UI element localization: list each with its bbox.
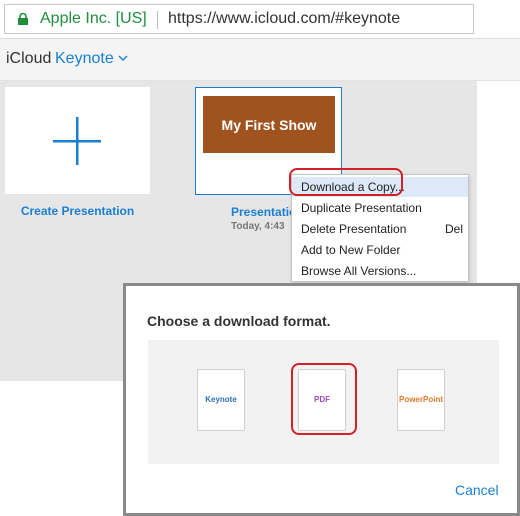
dialog-title: Choose a download format.	[147, 313, 331, 329]
menu-item-label: Duplicate Presentation	[301, 201, 422, 215]
chevron-down-icon[interactable]	[118, 54, 128, 62]
app-switcher[interactable]: Keynote	[55, 50, 114, 68]
menu-item-shortcut: Del	[444, 222, 463, 236]
annotation-highlight-ring-pdf	[291, 363, 357, 435]
lock-icon	[18, 13, 28, 25]
annotation-highlight-ring	[289, 168, 403, 196]
cancel-button[interactable]: Cancel	[455, 482, 499, 498]
menu-item-duplicate[interactable]: Duplicate Presentation	[292, 198, 468, 218]
menu-item-browse-versions[interactable]: Browse All Versions...	[292, 261, 468, 281]
plus-icon	[53, 117, 101, 165]
create-presentation-label[interactable]: Create Presentation	[0, 204, 155, 218]
app-header: iCloud Keynote	[0, 39, 520, 81]
url-text[interactable]: https://www.icloud.com/#keynote	[168, 10, 400, 28]
presentation-name[interactable]: Presentatio	[231, 205, 296, 219]
menu-item-label: Add to New Folder	[301, 243, 401, 257]
address-bar[interactable]: Apple Inc. [US] https://www.icloud.com/#…	[4, 4, 474, 34]
format-keynote-option[interactable]: Keynote	[197, 369, 245, 431]
browser-toolbar: Apple Inc. [US] https://www.icloud.com/#…	[0, 0, 520, 39]
menu-item-label: Browse All Versions...	[301, 264, 417, 278]
presentation-thumbnail: My First Show	[203, 96, 335, 153]
menu-item-label: Delete Presentation	[301, 222, 407, 236]
icloud-brand: iCloud	[6, 50, 52, 67]
menu-item-add-to-folder[interactable]: Add to New Folder	[292, 240, 468, 260]
site-identity: Apple Inc. [US]	[40, 10, 147, 27]
download-format-dialog: Choose a download format. Keynote PDF Po…	[123, 283, 520, 516]
address-separator	[157, 11, 158, 29]
presentation-date: Today, 4:43	[231, 221, 285, 232]
menu-item-delete[interactable]: Delete Presentation Del	[292, 219, 468, 239]
create-presentation-tile[interactable]	[5, 87, 150, 194]
format-powerpoint-option[interactable]: PowerPoint	[397, 369, 445, 431]
